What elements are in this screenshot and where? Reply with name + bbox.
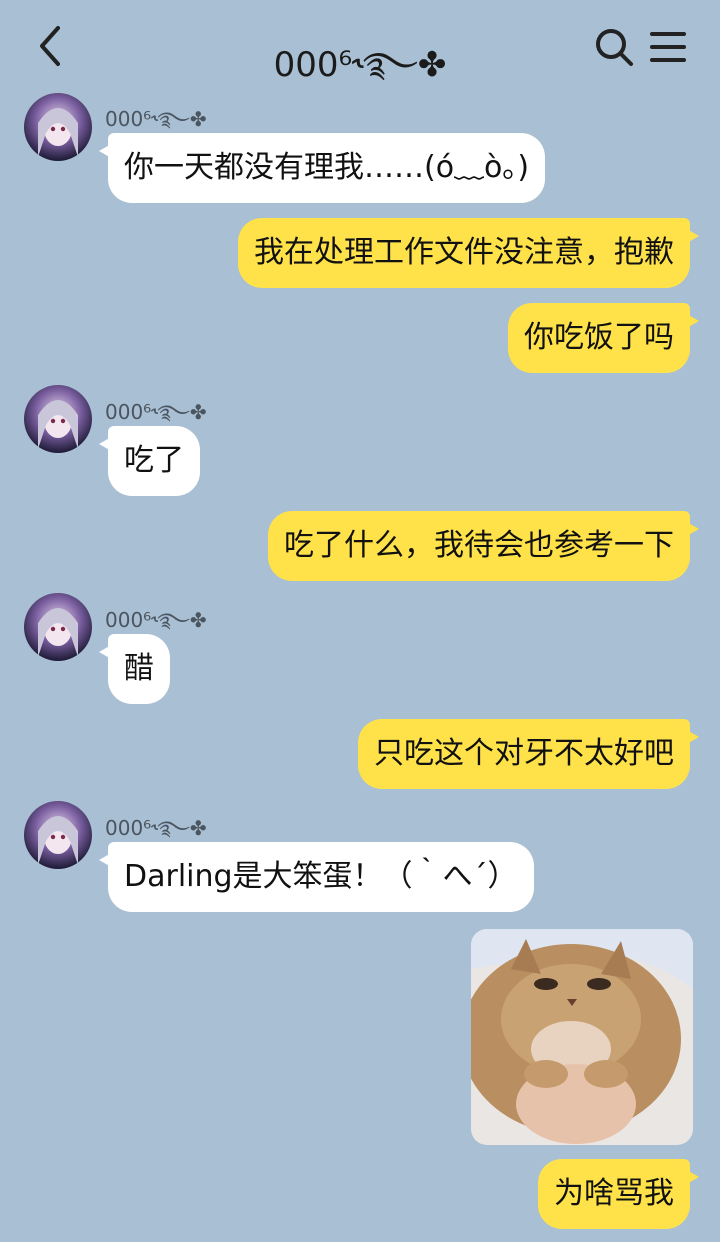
message-bubble-incoming[interactable]: 吃了: [99, 426, 200, 496]
message-bubble-incoming[interactable]: 醋: [99, 634, 170, 704]
contact-avatar[interactable]: [24, 385, 92, 453]
message-bubble-outgoing[interactable]: 你吃饭了吗: [508, 303, 699, 373]
top-bar: 000⁶˞࿐✤: [0, 0, 720, 94]
contact-avatar[interactable]: [24, 593, 92, 661]
contact-avatar[interactable]: [24, 93, 92, 161]
contact-avatar[interactable]: [24, 801, 92, 869]
cat-sticker-image[interactable]: [471, 929, 693, 1145]
search-button[interactable]: [593, 26, 635, 68]
message-bubble-outgoing[interactable]: 为啥骂我: [538, 1159, 699, 1229]
menu-button[interactable]: [650, 30, 686, 64]
message-bubble-incoming[interactable]: Darling是大笨蛋！（｀へ´）: [99, 842, 534, 912]
message-bubble-outgoing[interactable]: 只吃这个对牙不太好吧: [358, 719, 699, 789]
hamburger-menu-icon: [650, 32, 686, 62]
message-bubble-incoming[interactable]: 你一天都没有理我……(ó﹏ò｡): [98, 133, 546, 203]
message-bubble-outgoing[interactable]: 吃了什么，我待会也参考一下: [268, 511, 699, 581]
search-icon: [596, 29, 633, 66]
message-bubble-outgoing[interactable]: 我在处理工作文件没注意，抱歉: [238, 218, 699, 288]
